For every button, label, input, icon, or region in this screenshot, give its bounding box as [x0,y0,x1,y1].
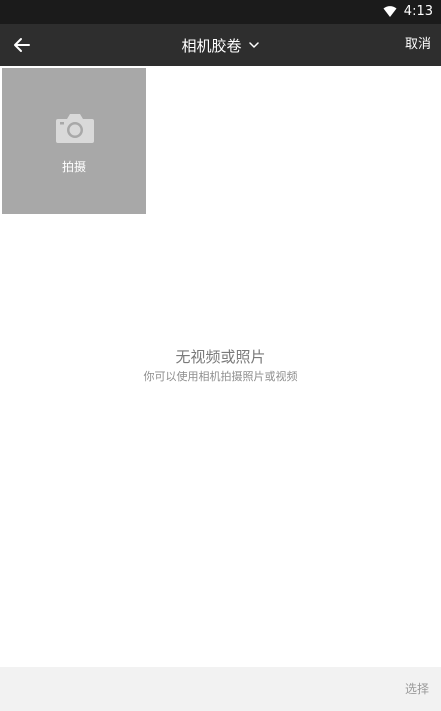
empty-title: 无视频或照片 [175,348,266,366]
wifi-icon [383,6,397,17]
back-button[interactable] [8,31,36,59]
page-title: 相机胶卷 [181,36,242,55]
empty-subtitle: 你可以使用相机拍摄照片或视频 [143,370,298,383]
camera-icon [56,114,94,143]
capture-tile[interactable]: 拍摄 [2,68,146,214]
status-bar: 4:13 [0,0,441,24]
cancel-button[interactable]: 取消 [405,24,431,66]
empty-state: 无视频或照片 你可以使用相机拍摄照片或视频 [0,347,441,385]
capture-label: 拍摄 [61,160,86,174]
title-wrap: 相机胶卷 [0,24,441,66]
chevron-down-icon [248,42,259,48]
album-selector[interactable]: 相机胶卷 [181,35,259,56]
app-bar: 相机胶卷 取消 [0,24,441,66]
arrow-left-icon [14,38,30,52]
status-time: 4:13 [403,4,433,19]
select-button[interactable]: 选择 [405,667,429,711]
camera-roll-screen: 4:13 相机胶卷 取消 拍摄 无视频或照片 你可以使用相机拍摄照片或视频 选择 [0,0,441,711]
bottom-bar: 选择 [0,667,441,711]
